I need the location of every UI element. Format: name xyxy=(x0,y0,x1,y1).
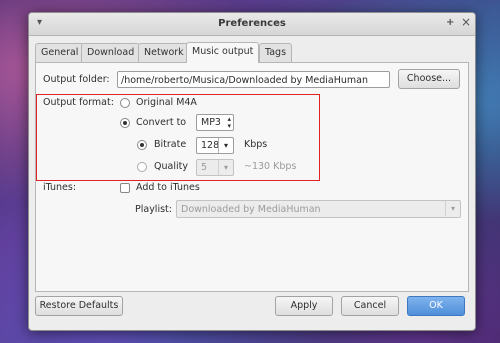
pin-icon[interactable]: + xyxy=(446,17,454,29)
tab-general[interactable]: General xyxy=(35,43,85,62)
close-icon[interactable]: × xyxy=(461,16,471,28)
playlist-label: Playlist: xyxy=(135,204,172,215)
tab-music-output[interactable]: Music output xyxy=(186,42,260,63)
choose-button[interactable]: Choose... xyxy=(398,69,460,89)
add-to-itunes-checkbox[interactable] xyxy=(120,183,130,193)
apply-button[interactable]: Apply xyxy=(275,296,333,316)
add-to-itunes-label: Add to iTunes xyxy=(136,182,200,193)
tab-network[interactable]: Network xyxy=(138,43,190,62)
output-folder-label: Output folder: xyxy=(43,74,110,85)
tab-tags[interactable]: Tags xyxy=(259,43,293,62)
restore-defaults-button[interactable]: Restore Defaults xyxy=(35,296,123,316)
title-bar[interactable]: ▾ Preferences + × xyxy=(29,13,475,36)
playlist-value: Downloaded by MediaHuman xyxy=(181,204,321,215)
cancel-button[interactable]: Cancel xyxy=(341,296,399,316)
playlist-dropdown[interactable]: Downloaded by MediaHuman ▾ xyxy=(176,200,461,218)
output-folder-field[interactable]: /home/roberto/Musica/Downloaded by Media… xyxy=(117,71,390,88)
ok-button[interactable]: OK xyxy=(407,296,465,316)
window-title: Preferences xyxy=(218,18,286,29)
itunes-label: iTunes: xyxy=(43,182,77,193)
chevron-down-icon: ▾ xyxy=(445,201,460,216)
highlight-box xyxy=(36,94,320,181)
tab-download[interactable]: Download xyxy=(81,43,141,62)
